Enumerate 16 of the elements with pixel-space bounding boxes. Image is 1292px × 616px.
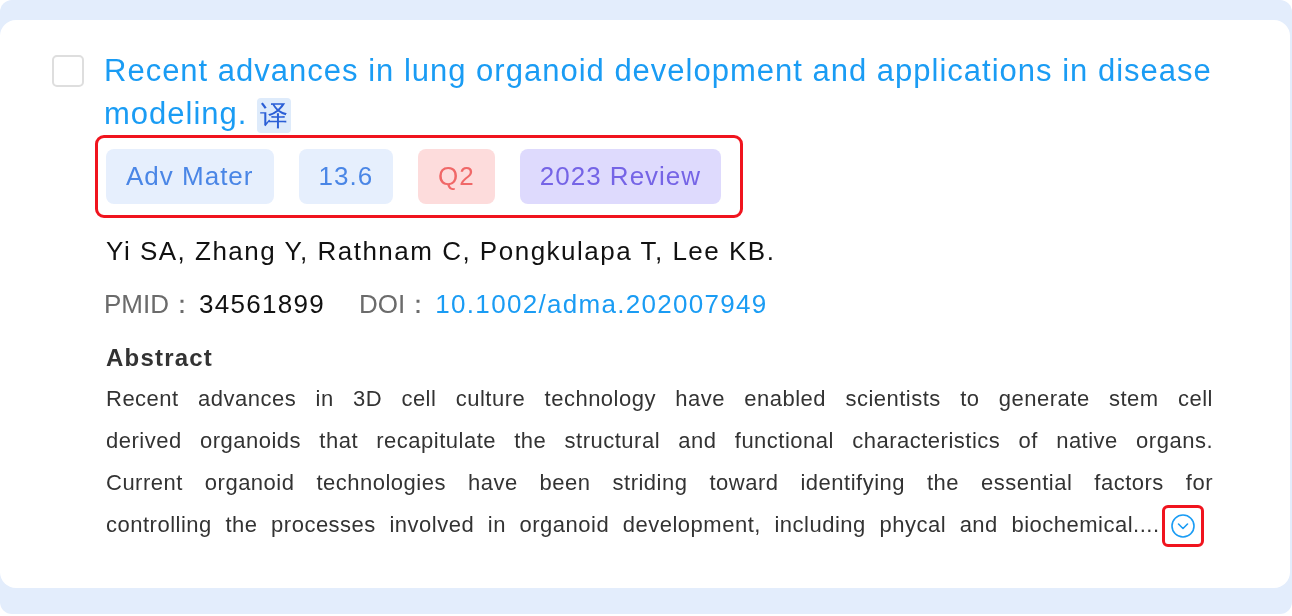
- doi-link[interactable]: 10.1002/adma.202007949: [435, 284, 768, 324]
- authors-text: Yi SA, Zhang Y, Rathnam C, Pongkulapa T, Lee KB.: [106, 235, 776, 268]
- abstract-text: Recent advances in 3D cell culture technology have enabled scientists to generate stem cell derived organoids that recapitulate the structural and functional characteristics of native organs. Current organoid technologies have been striding toward identifying the essential factors for controlling the processes involved in organoid development, including phycal and biochemical....: [106, 386, 1213, 537]
- translate-button[interactable]: 译: [257, 98, 292, 134]
- chevron-down-circle-icon: [1170, 514, 1195, 539]
- select-checkbox[interactable]: [52, 55, 84, 87]
- article-title-link[interactable]: Recent advances in lung organoid development and applications in disease modeling. 译: [104, 49, 1230, 135]
- expand-button[interactable]: [1161, 505, 1204, 548]
- identifier-label: PMID：: [104, 288, 195, 321]
- tag: Q2: [418, 149, 495, 204]
- tag: Adv Mater: [106, 149, 274, 204]
- abstract-heading: Abstract: [106, 343, 213, 373]
- tag: 2023 Review: [519, 149, 722, 204]
- identifier-label: DOI：: [359, 288, 432, 321]
- tag: 13.6: [298, 149, 394, 204]
- identifier-value: 34561899: [199, 288, 326, 321]
